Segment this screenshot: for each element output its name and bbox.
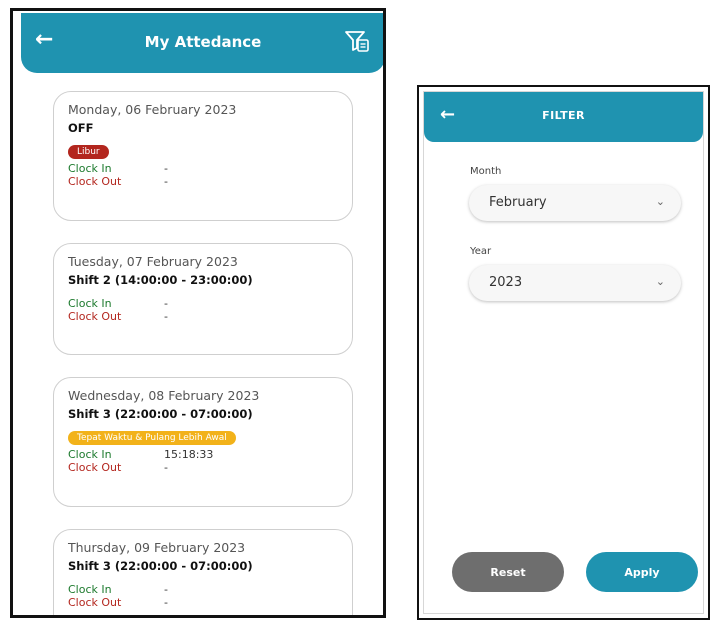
card-date: Thursday, 09 February 2023 [68, 540, 246, 555]
clock-in-value: 15:18:33 [164, 448, 214, 461]
card-shift: OFF [68, 121, 94, 135]
clock-in-label: Clock In [68, 162, 112, 175]
clock-out-label: Clock Out [68, 596, 122, 609]
chevron-down-icon: ⌄ [655, 275, 665, 288]
clock-out-row: Clock Out - [68, 310, 338, 323]
filter-icon[interactable] [343, 27, 371, 55]
status-badge: Libur [68, 145, 109, 159]
clock-out-label: Clock Out [68, 310, 122, 323]
app-header: ← My Attedance [21, 13, 383, 73]
clock-out-row: Clock Out - [68, 596, 338, 609]
clock-out-row: Clock Out - [68, 175, 338, 188]
filter-title: FILTER [542, 109, 585, 122]
month-value: February [489, 195, 547, 210]
filter-frame: ← FILTER Month February ⌄ Year 2023 ⌄ Re… [423, 91, 704, 614]
month-label: Month [470, 166, 502, 177]
clock-in-row: Clock In - [68, 583, 338, 596]
clock-in-row: Clock In - [68, 297, 338, 310]
filter-screen: ← FILTER Month February ⌄ Year 2023 ⌄ Re… [417, 85, 710, 620]
clock-out-row: Clock Out - [68, 461, 338, 474]
year-value: 2023 [489, 275, 523, 290]
clock-out-value: - [164, 175, 168, 188]
clock-in-value: - [164, 162, 168, 175]
attendance-card[interactable]: Monday, 06 February 2023 OFF Libur Clock… [53, 91, 353, 221]
status-badge: Tepat Waktu & Pulang Lebih Awal [68, 431, 236, 445]
card-shift: Shift 3 (22:00:00 - 07:00:00) [68, 407, 253, 421]
clock-out-value: - [164, 596, 168, 609]
chevron-down-icon: ⌄ [655, 195, 665, 208]
attendance-card[interactable]: Thursday, 09 February 2023 Shift 3 (22:0… [53, 529, 353, 615]
attendance-card[interactable]: Wednesday, 08 February 2023 Shift 3 (22:… [53, 377, 353, 507]
card-shift: Shift 2 (14:00:00 - 23:00:00) [68, 273, 253, 287]
attendance-card[interactable]: Tuesday, 07 February 2023 Shift 2 (14:00… [53, 243, 353, 355]
clock-in-label: Clock In [68, 297, 112, 310]
year-select[interactable]: 2023 ⌄ [469, 265, 681, 301]
reset-button[interactable]: Reset [452, 552, 564, 592]
filter-header: ← FILTER [424, 92, 703, 142]
card-date: Wednesday, 08 February 2023 [68, 388, 260, 403]
clock-in-label: Clock In [68, 448, 112, 461]
page-title: My Attedance [144, 33, 262, 51]
year-label: Year [470, 246, 492, 257]
card-date: Monday, 06 February 2023 [68, 102, 237, 117]
clock-out-value: - [164, 310, 168, 323]
clock-in-value: - [164, 297, 168, 310]
apply-button[interactable]: Apply [586, 552, 698, 592]
card-date: Tuesday, 07 February 2023 [68, 254, 238, 269]
clock-in-value: - [164, 583, 168, 596]
card-shift: Shift 3 (22:00:00 - 07:00:00) [68, 559, 253, 573]
clock-in-label: Clock In [68, 583, 112, 596]
clock-in-row: Clock In 15:18:33 [68, 448, 338, 461]
clock-out-label: Clock Out [68, 175, 122, 188]
attendance-screen: ← My Attedance Monday, 06 February 2023 … [10, 8, 386, 618]
clock-in-row: Clock In - [68, 162, 338, 175]
month-select[interactable]: February ⌄ [469, 185, 681, 221]
clock-out-value: - [164, 461, 168, 474]
clock-out-label: Clock Out [68, 461, 122, 474]
